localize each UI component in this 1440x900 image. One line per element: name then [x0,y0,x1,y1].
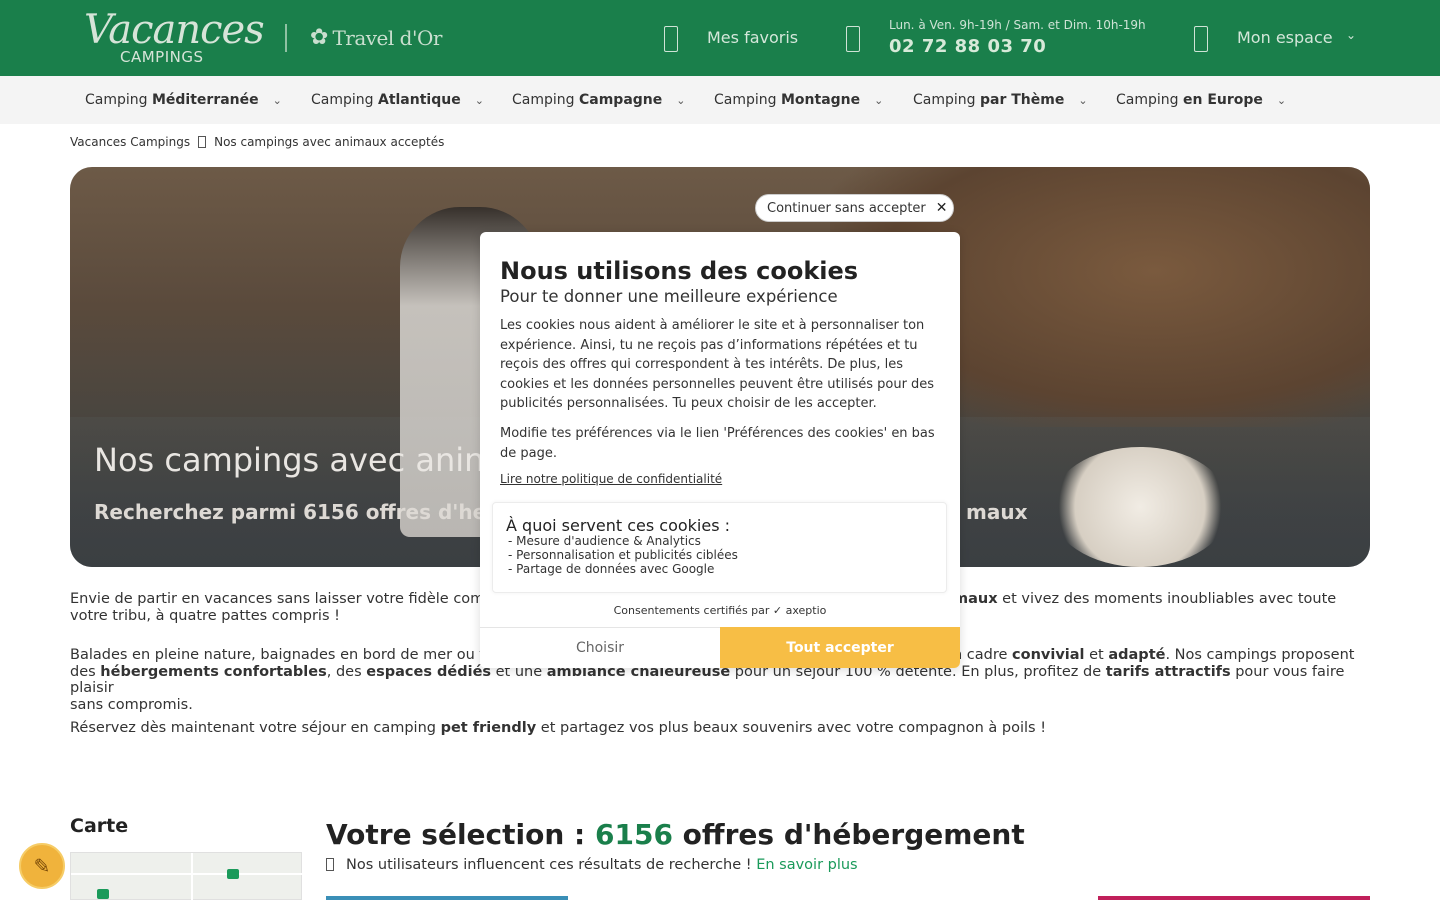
cookie-purposes-list: - Mesure d'audience & Analytics - Person… [508,534,738,577]
cookie-consent-modal: Nous utilisons des cookies Pour te donne… [480,232,960,668]
choose-cookies-button[interactable]: Choisir [480,627,720,668]
cookie-description: Les cookies nous aident à améliorer le s… [500,318,935,411]
cookie-preferences-note: Modifie tes préférences via le lien 'Pré… [500,426,935,461]
list-item: - Personnalisation et publicités ciblées [508,548,738,563]
certified-by-axeptio[interactable]: Consentements certifiés par ✓ axeptio [480,604,960,617]
cookie-purposes-title: À quoi servent ces cookies : [506,516,731,535]
cookie-overlay: Continuer sans accepter ✕ Nous utilisons … [0,0,1440,900]
close-icon: ✕ [935,200,948,216]
list-item: - Mesure d'audience & Analytics [508,534,701,548]
privacy-policy-link[interactable]: Lire notre politique de confidentialité [500,472,722,486]
list-item: - Partage de données avec Google [508,562,715,577]
cookie-subtitle: Pour te donner une meilleure expérience [500,287,838,306]
continue-without-accepting-button[interactable]: Continuer sans accepter ✕ [755,194,954,222]
accept-all-button[interactable]: Tout accepter [720,627,960,668]
cookie-title: Nous utilisons des cookies [500,257,859,285]
cookie-purposes-box: À quoi servent ces cookies : - Mesure d'… [492,502,947,593]
